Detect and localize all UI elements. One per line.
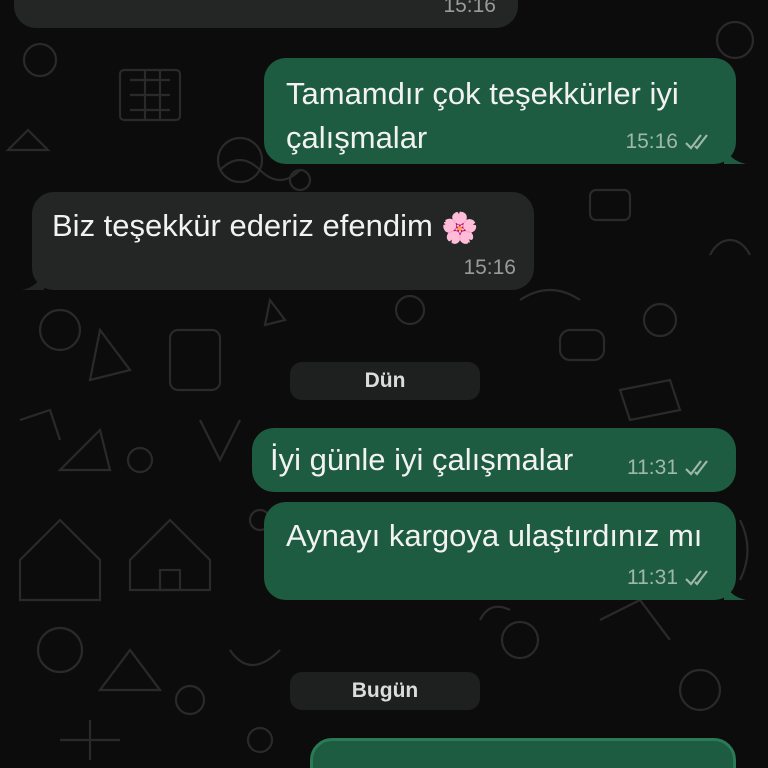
message-text: Aynayı kargoya ulaştırdınız mı	[286, 514, 714, 558]
message-time: 15:16	[443, 0, 496, 17]
message-bubble-outgoing[interactable]: İyi günle iyi çalışmalar 11:31	[252, 428, 736, 492]
day-separator: Dün	[290, 362, 480, 400]
chat-view[interactable]: 15:16 Tamamdır çok teşekkürler iyi çalış…	[0, 0, 768, 768]
message-bubble-outgoing[interactable]	[310, 738, 736, 768]
message-time: 15:16	[625, 130, 678, 153]
day-separator-label: Dün	[364, 369, 406, 392]
message-time: 15:16	[463, 256, 516, 279]
day-separator: Bugün	[290, 672, 480, 710]
double-check-icon	[685, 570, 708, 586]
double-check-icon	[685, 134, 708, 150]
double-check-icon	[685, 460, 708, 476]
message-meta: 11:31	[627, 456, 714, 480]
message-bubble-outgoing[interactable]: Aynayı kargoya ulaştırdınız mı 11:31	[264, 502, 746, 600]
message-bubble-incoming[interactable]: 15:16	[14, 0, 518, 28]
message-text-line: Tamamdır çok teşekkürler iyi	[286, 76, 679, 111]
message-bubble-outgoing[interactable]: Tamamdır çok teşekkürler iyi çalışmalar …	[264, 58, 746, 164]
bubble-tail	[22, 270, 44, 290]
message-meta: 11:31	[627, 566, 714, 590]
message-bubble-incoming[interactable]: Biz teşekkür ederiz efendim 🌸 15:16	[22, 192, 534, 290]
message-text-content: Aynayı kargoya ulaştırdınız mı	[286, 518, 703, 553]
message-meta: 15:16	[463, 256, 516, 280]
message-text-content: Biz teşekkür ederiz efendim	[52, 208, 433, 243]
bubble-tail	[724, 144, 746, 164]
cherry-blossom-icon: 🌸	[441, 212, 479, 245]
message-text-content: İyi günle iyi çalışmalar	[270, 442, 574, 477]
message-time: 11:31	[627, 456, 678, 479]
message-text: Biz teşekkür ederiz efendim 🌸	[52, 204, 514, 251]
day-separator-label: Bugün	[351, 679, 419, 702]
message-meta: 15:16	[625, 130, 714, 154]
bubble-tail	[724, 580, 746, 600]
message-time: 11:31	[627, 566, 678, 589]
message-meta: 15:16	[443, 0, 496, 18]
